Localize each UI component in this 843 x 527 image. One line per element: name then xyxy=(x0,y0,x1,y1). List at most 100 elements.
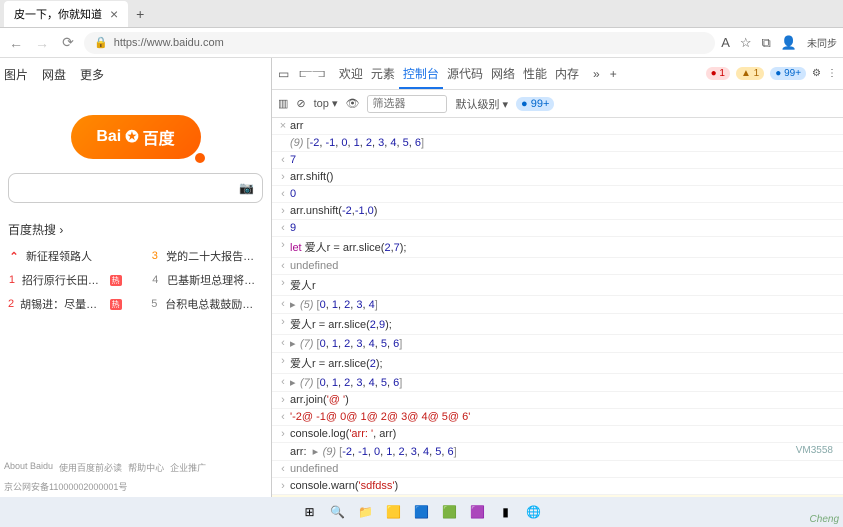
console-line[interactable]: ‹'-2@ -1@ 0@ 1@ 2@ 3@ 4@ 5@ 6' xyxy=(272,409,843,426)
back-button[interactable]: ← xyxy=(6,35,26,51)
eye-icon[interactable]: 👁 xyxy=(346,97,360,110)
taskbar-app-icon[interactable]: 🌐 xyxy=(523,501,545,523)
devtools-tab[interactable]: 源代码 xyxy=(443,61,487,87)
footer-link[interactable]: 帮助中心 xyxy=(128,461,164,474)
page-nav-item[interactable]: 图片 xyxy=(4,66,28,83)
collections-icon[interactable]: ⧉ xyxy=(762,35,771,51)
line-gutter-icon: › xyxy=(276,355,290,367)
console-line[interactable]: ›arr.unshift(-2,-1,0) xyxy=(272,203,843,220)
line-gutter-icon: ‹ xyxy=(276,298,290,310)
source-link[interactable]: VM3558 xyxy=(796,445,839,456)
console-line[interactable]: ›arr.shift() xyxy=(272,169,843,186)
devtools-tab[interactable]: 元素 xyxy=(367,61,399,87)
reload-button[interactable]: ⟳ xyxy=(58,34,78,51)
console-line[interactable]: ›let 爱人r = arr.slice(2,7); xyxy=(272,237,843,258)
line-content: 爱人r = arr.slice(2); xyxy=(290,355,839,371)
inspect-icon[interactable]: ▭ xyxy=(278,67,289,81)
hot-item[interactable]: 2胡锡进：尽量不要搞大范围静默管理热 xyxy=(8,292,122,316)
filter-input[interactable] xyxy=(367,95,447,113)
console-line[interactable]: ×arr xyxy=(272,118,843,135)
line-content: undefined xyxy=(290,463,839,475)
add-tab-icon[interactable]: + xyxy=(610,67,617,81)
line-content: console.log('arr: ', arr) xyxy=(290,428,839,440)
taskbar-app-icon[interactable]: 🟦 xyxy=(411,501,433,523)
footer-link[interactable]: About Baidu xyxy=(4,461,53,474)
hot-text: 党的二十大报告诞生记 xyxy=(166,248,263,264)
console-line[interactable]: ›爱人r = arr.slice(2,9); xyxy=(272,314,843,335)
console-line[interactable]: ‹▸(5) [0, 1, 2, 3, 4] xyxy=(272,296,843,314)
error-count-badge[interactable]: ● 1 xyxy=(706,67,730,80)
console-line[interactable]: ‹▸(7) [0, 1, 2, 3, 4, 5, 6] xyxy=(272,374,843,392)
console-line[interactable]: (9) [-2, -1, 0, 1, 2, 3, 4, 5, 6] xyxy=(272,135,843,152)
console-line[interactable]: ›爱人r xyxy=(272,275,843,296)
hot-item[interactable]: 3党的二十大报告诞生记 xyxy=(150,244,264,268)
line-content: 9 xyxy=(290,222,839,234)
context-selector[interactable]: top ▾ xyxy=(314,97,338,110)
new-tab-button[interactable]: + xyxy=(128,6,152,22)
console-line[interactable]: ›console.warn('sdfdss') xyxy=(272,478,843,495)
hot-text: 新征程领路人 xyxy=(26,248,92,264)
kebab-icon[interactable]: ⋮ xyxy=(827,68,837,79)
devtools-tab[interactable]: 内存 xyxy=(551,61,583,87)
console-line[interactable]: ›爱人r = arr.slice(2); xyxy=(272,353,843,374)
search-input[interactable]: 📷 xyxy=(8,173,263,203)
console-line[interactable]: ›arr.join('@ ') xyxy=(272,392,843,409)
console-line[interactable]: arr: ▸(9) [-2, -1, 0, 1, 2, 3, 4, 5, 6]V… xyxy=(272,443,843,461)
page-footer: About Baidu 使用百度前必读帮助中心企业推广京公网安备110000020… xyxy=(4,461,267,493)
line-gutter-icon: ‹ xyxy=(276,376,290,388)
console-line[interactable]: ‹9 xyxy=(272,220,843,237)
devtools-tab[interactable]: 性能 xyxy=(519,61,551,87)
console-line[interactable]: ‹▸(7) [0, 1, 2, 3, 4, 5, 6] xyxy=(272,335,843,353)
level-selector[interactable]: 默认级别 ▾ xyxy=(455,96,508,112)
baidu-logo[interactable]: Bai ✪ 百度 xyxy=(71,115,201,159)
windows-taskbar: ⊞🔍📁🟨🟦🟩🟪▮🌐Cheng xyxy=(0,497,843,527)
issues-badge[interactable]: ● 99+ xyxy=(516,97,554,111)
taskbar-app-icon[interactable]: 🟩 xyxy=(439,501,461,523)
camera-icon[interactable]: 📷 xyxy=(239,181,254,195)
devtools-tab[interactable]: 欢迎 xyxy=(335,61,367,87)
clear-console-icon[interactable]: ⊘ xyxy=(296,97,305,110)
warning-count-badge[interactable]: ▲ 1 xyxy=(736,67,764,80)
settings-icon[interactable]: ⚙ xyxy=(812,68,821,79)
console-line[interactable]: ‹undefined xyxy=(272,258,843,275)
taskbar-app-icon[interactable]: ▮ xyxy=(495,501,517,523)
console-output[interactable]: ×arr(9) [-2, -1, 0, 1, 2, 3, 4, 5, 6]‹7›… xyxy=(272,118,843,497)
browser-tab[interactable]: 皮一下，你就知道 × xyxy=(4,1,128,27)
taskbar-app-icon[interactable]: ⊞ xyxy=(299,501,321,523)
taskbar-app-icon[interactable]: 🟪 xyxy=(467,501,489,523)
line-gutter-icon: › xyxy=(276,480,290,492)
read-aloud-icon[interactable]: A xyxy=(721,35,730,51)
taskbar-app-icon[interactable]: 🟨 xyxy=(383,501,405,523)
profile-icon[interactable]: 👤 xyxy=(781,35,797,51)
hot-item[interactable]: 4巴基斯坦总理将访华 xyxy=(150,268,264,292)
more-tabs-icon[interactable]: » xyxy=(593,67,600,81)
footer-link[interactable]: 企业推广 xyxy=(170,461,206,474)
hot-search-header[interactable]: 百度热搜 › xyxy=(8,221,263,238)
page-nav-item[interactable]: 更多 xyxy=(80,66,104,83)
footer-link[interactable]: 京公网安备11000002000001号 xyxy=(4,480,127,493)
forward-button[interactable]: → xyxy=(32,35,52,51)
logo-dot-icon xyxy=(195,153,205,163)
hot-item[interactable]: ⌃新征程领路人 xyxy=(8,244,122,268)
devtools-tab[interactable]: 网络 xyxy=(487,61,519,87)
footer-link[interactable]: 使用百度前必读 xyxy=(59,461,122,474)
taskbar-app-icon[interactable]: 📁 xyxy=(355,501,377,523)
console-line[interactable]: ‹0 xyxy=(272,186,843,203)
info-count-badge[interactable]: ● 99+ xyxy=(770,67,806,80)
line-content: ▸(7) [0, 1, 2, 3, 4, 5, 6] xyxy=(290,376,839,389)
console-line[interactable]: ‹7 xyxy=(272,152,843,169)
line-content: (9) [-2, -1, 0, 1, 2, 3, 4, 5, 6] xyxy=(290,137,839,149)
hot-item[interactable]: 1招行原行长田惠宇被逮捕热 xyxy=(8,268,122,292)
console-line[interactable]: ‹undefined xyxy=(272,461,843,478)
device-toggle-icon[interactable]: ⫍⫎ xyxy=(299,66,325,81)
sidebar-toggle-icon[interactable]: ▥ xyxy=(278,97,288,110)
page-top-nav: 图片网盘更多 xyxy=(0,58,271,91)
url-input[interactable]: 🔒 https://www.baidu.com xyxy=(84,32,715,54)
favorite-icon[interactable]: ☆ xyxy=(740,35,752,51)
devtools-tab[interactable]: 控制台 xyxy=(399,61,443,89)
console-line[interactable]: ›console.log('arr: ', arr) xyxy=(272,426,843,443)
close-icon[interactable]: × xyxy=(110,6,118,22)
hot-item[interactable]: 5台积电总裁鼓励员工休假 xyxy=(150,292,264,316)
taskbar-app-icon[interactable]: 🔍 xyxy=(327,501,349,523)
page-nav-item[interactable]: 网盘 xyxy=(42,66,66,83)
